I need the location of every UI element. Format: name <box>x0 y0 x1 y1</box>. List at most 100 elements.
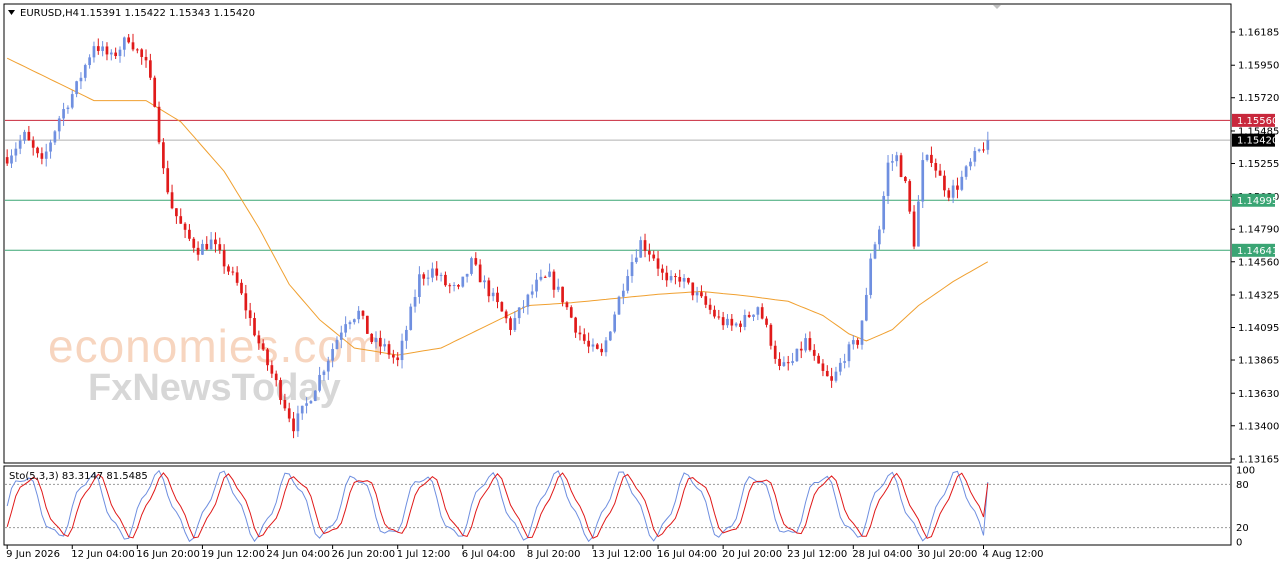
candle-body <box>977 149 981 151</box>
candle-body <box>552 271 556 290</box>
candle-body <box>309 401 313 404</box>
candle-body <box>556 286 560 290</box>
candle-body <box>986 140 990 150</box>
candle-body <box>873 244 877 259</box>
candle-body <box>62 109 65 119</box>
candle-body <box>665 272 669 281</box>
candle-body <box>162 142 165 169</box>
price-tick-label: 1.13165 <box>1238 455 1279 466</box>
time-tick-label: 16 Jun 20:00 <box>136 549 200 560</box>
stoch-level-label: 80 <box>1236 480 1249 491</box>
candle-body <box>326 360 330 372</box>
candle-body <box>613 314 617 332</box>
stoch-level-label: 100 <box>1236 466 1255 477</box>
candle-body <box>240 282 243 294</box>
candle-body <box>825 370 829 377</box>
candle-body <box>891 161 894 163</box>
candle-body <box>496 292 499 303</box>
candle-body <box>639 240 643 258</box>
candle-body <box>439 274 443 276</box>
candle-body <box>127 37 131 43</box>
price-tick-label: 1.15950 <box>1238 61 1279 72</box>
candle-body <box>361 310 365 316</box>
candle-body <box>405 329 408 341</box>
symbol-label: EURUSD,H4 <box>20 8 79 19</box>
candle-body <box>149 60 152 78</box>
candle-body <box>331 348 334 361</box>
candle-body <box>548 271 551 277</box>
candle-body <box>956 185 959 190</box>
candle-body <box>101 46 104 51</box>
stochastic-label: Sto(5,3,3) 83.3147 81.5485 <box>9 471 148 482</box>
candle-body <box>266 349 269 366</box>
candle-body <box>23 131 26 141</box>
candle-body <box>973 150 977 162</box>
candle-body <box>661 268 664 273</box>
candle-body <box>274 373 278 381</box>
candle-body <box>83 65 87 78</box>
candle-body <box>526 294 530 307</box>
candle-body <box>179 216 183 224</box>
candle-body <box>522 306 525 308</box>
candle-body <box>370 333 374 343</box>
candle-body <box>5 157 9 164</box>
candle-body <box>378 337 382 347</box>
candle-body <box>864 294 868 321</box>
eurusd-chart[interactable]: economies.com FxNewsToday 1.161851.15950… <box>0 0 1280 567</box>
candle-body <box>105 46 109 55</box>
candle-body <box>231 271 235 273</box>
candle-body <box>122 37 126 50</box>
candle-body <box>604 340 608 353</box>
price-tick-label: 1.13400 <box>1238 421 1279 432</box>
candle-body <box>808 338 812 350</box>
candle-body <box>192 238 196 248</box>
candle-body <box>691 282 695 296</box>
candle-body <box>157 106 161 143</box>
candle-body <box>313 390 317 402</box>
time-tick-label: 9 Jun 2026 <box>6 549 60 560</box>
candle-body <box>804 338 807 351</box>
price-tick-label: 1.16185 <box>1238 28 1279 39</box>
time-tick-label: 13 Jul 12:00 <box>592 549 652 560</box>
stoch-level-label: 20 <box>1236 523 1249 534</box>
candle-body <box>287 408 291 419</box>
candle-body <box>136 49 139 51</box>
candle-body <box>153 77 157 107</box>
candle-body <box>643 240 647 251</box>
candle-body <box>834 371 838 381</box>
candle-body <box>144 56 148 61</box>
candle-body <box>491 292 495 297</box>
candle-body <box>118 49 122 57</box>
candle-body <box>795 348 799 362</box>
candle-body <box>726 318 729 326</box>
candle-body <box>170 192 174 209</box>
candle-body <box>630 262 634 277</box>
candle-body <box>682 278 686 282</box>
candle-body <box>465 273 469 277</box>
candle-body <box>652 254 656 259</box>
candle-body <box>899 155 903 177</box>
price-tick-label: 1.14095 <box>1238 323 1279 334</box>
candle-body <box>396 357 400 361</box>
stochastic-axis: 100 80 20 0 <box>1236 466 1255 549</box>
time-tick-label: 24 Jun 04:00 <box>267 549 331 560</box>
candle-body <box>878 229 881 245</box>
candle-body <box>188 229 191 239</box>
candle-body <box>869 258 873 295</box>
candle-body <box>36 147 39 154</box>
candle-body <box>196 247 200 255</box>
candle-body <box>543 276 547 278</box>
candle-body <box>608 331 612 341</box>
candle-body <box>253 318 256 336</box>
candle-body <box>387 344 391 355</box>
candle-body <box>209 239 213 250</box>
candle-body <box>778 358 781 366</box>
candle-body <box>704 296 708 305</box>
time-tick-label: 4 Aug 12:00 <box>982 549 1043 560</box>
candle-body <box>969 161 972 167</box>
candle-body <box>860 320 864 345</box>
candle-body <box>88 57 91 66</box>
candle-body <box>656 258 660 269</box>
candle-body <box>44 151 48 159</box>
candle-body <box>322 371 326 375</box>
